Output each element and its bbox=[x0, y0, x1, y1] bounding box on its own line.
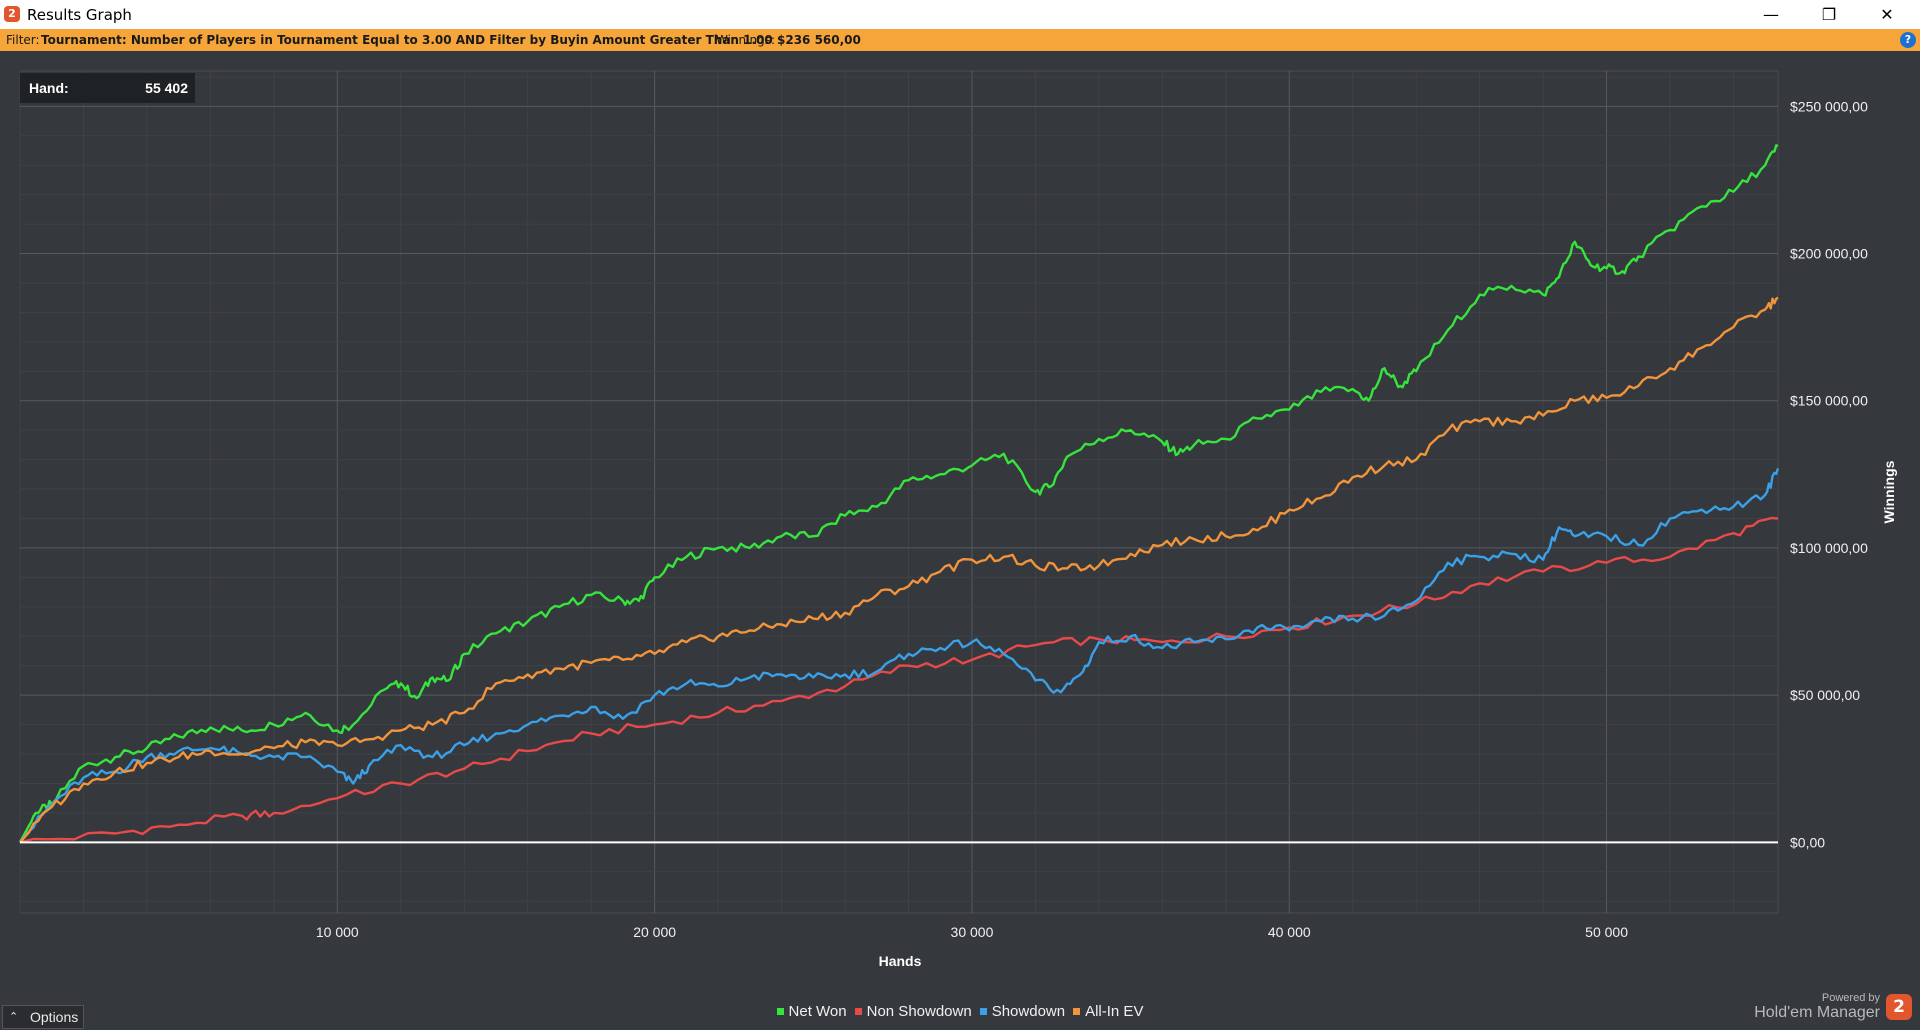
window-title: Results Graph bbox=[27, 6, 132, 24]
help-icon[interactable]: ? bbox=[1900, 32, 1916, 48]
filter-label: Filter: bbox=[6, 33, 40, 47]
legend-swatch bbox=[979, 1007, 987, 1015]
legend-swatch bbox=[776, 1007, 784, 1015]
legend-swatch bbox=[1073, 1007, 1081, 1015]
legend-item[interactable]: Non Showdown bbox=[854, 1003, 972, 1020]
filter-bar: Filter: Tournament: Number of Players in… bbox=[0, 29, 1920, 51]
hand-value: 55 402 bbox=[145, 80, 188, 96]
product-name: Hold'em Manager bbox=[1754, 1004, 1880, 1021]
title-bar: 2 Results Graph — ❐ ✕ bbox=[0, 0, 1920, 29]
restore-icon: ❐ bbox=[1821, 5, 1837, 24]
legend-label: Net Won bbox=[788, 1003, 847, 1020]
hand-label: Hand: bbox=[29, 80, 69, 96]
legend-swatch bbox=[854, 1007, 862, 1015]
powered-by-text: Powered by bbox=[1821, 992, 1880, 1004]
legend-label: All-In EV bbox=[1085, 1003, 1144, 1020]
legend-item[interactable]: Net Won bbox=[776, 1003, 847, 1020]
winnings-value: $236 560,00 bbox=[777, 33, 861, 47]
y-tick-label: $0,00 bbox=[1790, 834, 1825, 850]
options-button[interactable]: ⌃ Options bbox=[2, 1005, 84, 1029]
x-tick-label: 10 000 bbox=[316, 924, 359, 940]
chevron-up-icon: ⌃ bbox=[9, 1011, 19, 1023]
y-tick-label: $150 000,00 bbox=[1790, 393, 1868, 409]
hm2-logo-icon: 2 bbox=[1886, 994, 1912, 1020]
hand-readout: Hand: 55 402 bbox=[20, 73, 195, 103]
y-tick-label: $50 000,00 bbox=[1790, 687, 1860, 703]
close-button[interactable]: ✕ bbox=[1859, 0, 1915, 29]
y-tick-label: $250 000,00 bbox=[1790, 98, 1868, 114]
plot-area bbox=[19, 70, 1779, 914]
x-tick-label: 30 000 bbox=[951, 924, 994, 940]
options-label: Options bbox=[30, 1009, 79, 1025]
y-tick-label: $200 000,00 bbox=[1790, 246, 1868, 262]
close-icon: ✕ bbox=[1880, 5, 1894, 24]
hm2-logo-icon: 2 bbox=[4, 6, 20, 22]
results-chart: 10 000 20 000 30 000 40 000 50 000 $0,00 $50 0… bbox=[18, 70, 1897, 969]
x-tick-label: 20 000 bbox=[633, 924, 676, 940]
minimize-icon: — bbox=[1763, 5, 1779, 24]
x-axis-label: Hands bbox=[879, 953, 922, 969]
winnings-label: Winnings: bbox=[716, 33, 775, 47]
powered-by: Powered by Hold'em Manager bbox=[1754, 992, 1880, 1022]
chart-legend: Net Won Non Showdown Showdown All-In EV bbox=[0, 1003, 1920, 1020]
legend-label: Showdown bbox=[991, 1003, 1066, 1020]
x-tick-label: 50 000 bbox=[1585, 924, 1628, 940]
x-tick-label: 40 000 bbox=[1268, 924, 1311, 940]
y-axis-label: Winnings bbox=[1881, 460, 1897, 523]
legend-label: Non Showdown bbox=[866, 1003, 972, 1020]
y-tick-label: $100 000,00 bbox=[1790, 540, 1868, 556]
filter-text: Tournament: Number of Players in Tournam… bbox=[41, 33, 773, 47]
legend-item[interactable]: Showdown bbox=[979, 1003, 1066, 1020]
legend-item[interactable]: All-In EV bbox=[1073, 1003, 1143, 1020]
minimize-button[interactable]: — bbox=[1743, 0, 1799, 29]
restore-button[interactable]: ❐ bbox=[1801, 0, 1857, 29]
